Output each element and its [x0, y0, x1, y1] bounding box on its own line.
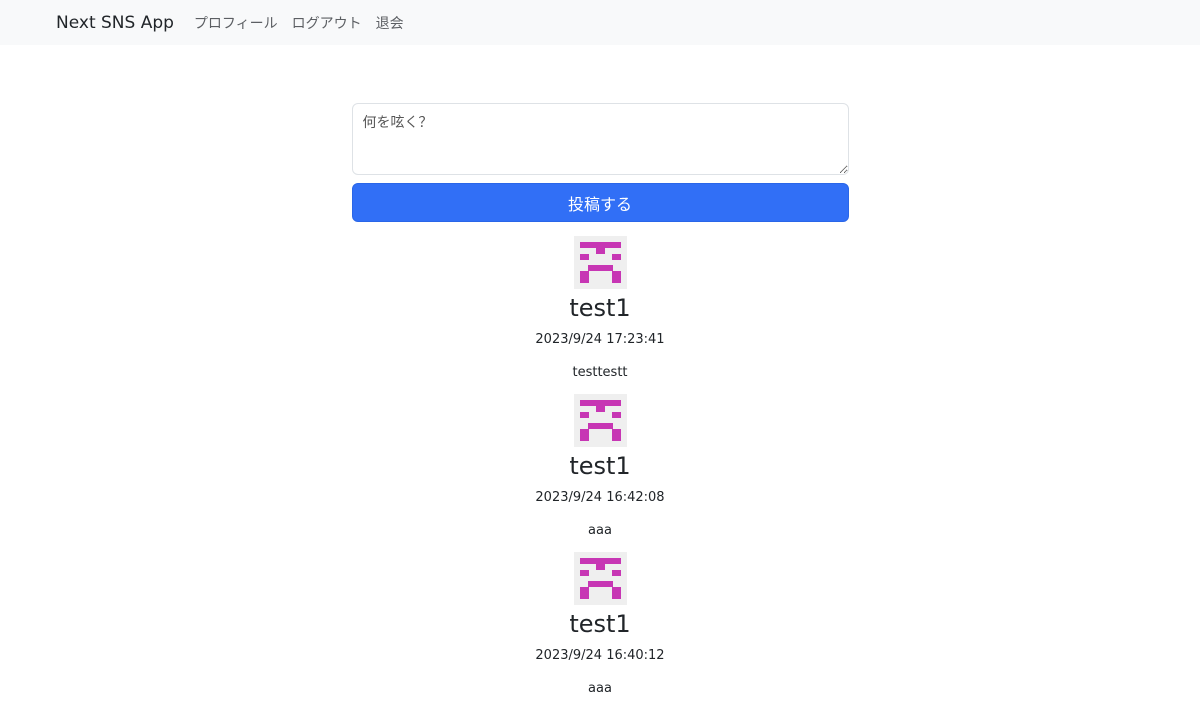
- post-username: test1: [569, 610, 631, 638]
- post-timestamp: 2023/9/24 16:42:08: [535, 490, 665, 505]
- navbar: Next SNS App プロフィール ログアウト 退会: [0, 0, 1200, 45]
- main-content: 投稿する test1 2023/9/24 17:23:41: [351, 45, 849, 708]
- post-item: test1 2023/9/24 16:40:12 aaa: [352, 552, 849, 708]
- post-submit-button[interactable]: 投稿する: [351, 183, 849, 222]
- post-content: aaa: [588, 523, 612, 538]
- post-timestamp: 2023/9/24 16:40:12: [535, 648, 665, 663]
- post-item: test1 2023/9/24 16:42:08 aaa: [352, 394, 849, 552]
- post-timestamp: 2023/9/24 17:23:41: [535, 332, 665, 347]
- post-username: test1: [569, 452, 631, 480]
- post-username: test1: [569, 294, 631, 322]
- brand-link[interactable]: Next SNS App: [56, 13, 174, 33]
- identicon-avatar: [573, 236, 627, 289]
- post-feed: test1 2023/9/24 17:23:41 testtestt test1…: [352, 236, 849, 708]
- post-form: 投稿する: [351, 103, 849, 222]
- post-textarea[interactable]: [351, 103, 849, 175]
- identicon-avatar: [573, 552, 627, 605]
- nav-link-logout[interactable]: ログアウト: [292, 13, 362, 33]
- post-item: test1 2023/9/24 17:23:41 testtestt: [352, 236, 849, 394]
- nav-link-withdraw[interactable]: 退会: [376, 13, 404, 33]
- post-content: testtestt: [572, 365, 628, 380]
- post-content: aaa: [588, 681, 612, 696]
- nav-link-profile[interactable]: プロフィール: [194, 13, 278, 33]
- identicon-avatar: [573, 394, 627, 447]
